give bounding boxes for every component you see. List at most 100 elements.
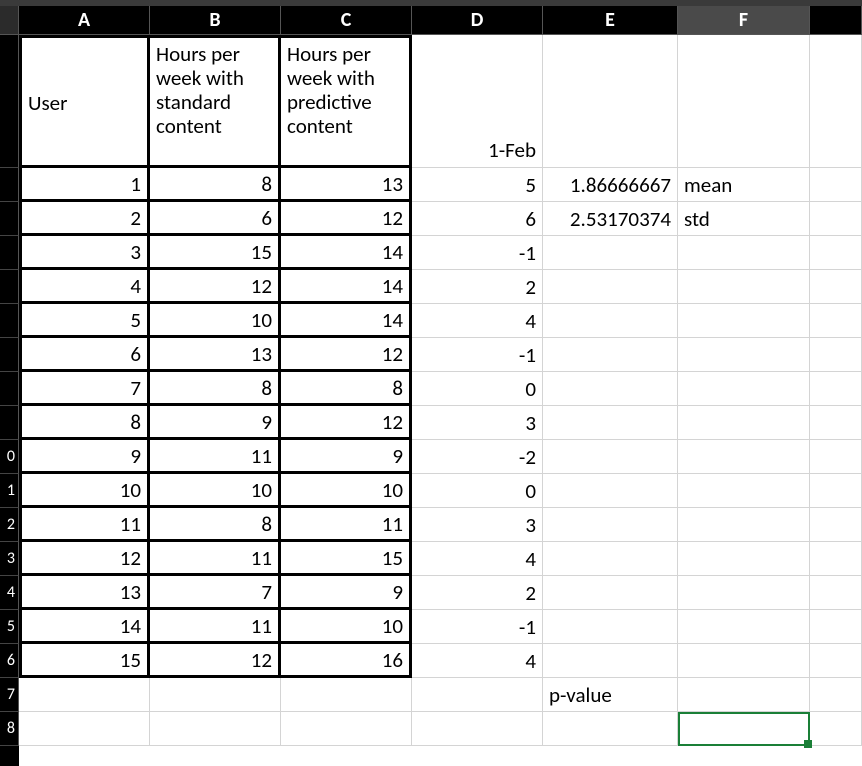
cell-E17[interactable]: p-value — [543, 678, 678, 712]
cell-A7[interactable]: 6 — [19, 338, 150, 372]
cell-E1[interactable] — [543, 35, 678, 168]
cell-E10[interactable] — [543, 440, 678, 474]
cell-G6[interactable] — [810, 304, 862, 338]
cell-C8[interactable]: 8 — [281, 372, 412, 406]
cell-G17[interactable] — [810, 678, 862, 712]
cell-G2[interactable] — [810, 168, 862, 202]
row-header[interactable] — [0, 202, 19, 236]
cell-G9[interactable] — [810, 406, 862, 440]
cell-G4[interactable] — [810, 236, 862, 270]
cell-A15[interactable]: 14 — [19, 610, 150, 644]
cell-B15[interactable]: 11 — [150, 610, 281, 644]
cell-D12[interactable]: 3 — [412, 508, 543, 542]
cell-C5[interactable]: 14 — [281, 270, 412, 304]
cell-B1[interactable]: Hours per week with standard content — [150, 35, 281, 168]
cell-C14[interactable]: 9 — [281, 576, 412, 610]
cell-F3[interactable]: std — [678, 202, 810, 236]
cell-F15[interactable] — [678, 610, 810, 644]
cell-F10[interactable] — [678, 440, 810, 474]
cell-A10[interactable]: 9 — [19, 440, 150, 474]
cell-G16[interactable] — [810, 644, 862, 678]
cell-G12[interactable] — [810, 508, 862, 542]
row-header[interactable] — [0, 406, 19, 440]
cell-D8[interactable]: 0 — [412, 372, 543, 406]
cell-E11[interactable] — [543, 474, 678, 508]
cell-G11[interactable] — [810, 474, 862, 508]
cell-C1[interactable]: Hours per week with predictive content — [281, 35, 412, 168]
cell-A17[interactable] — [19, 678, 150, 712]
row-header[interactable]: 5 — [0, 610, 19, 644]
cell-E6[interactable] — [543, 304, 678, 338]
cell-B18[interactable] — [150, 712, 281, 746]
cell-B3[interactable]: 6 — [150, 202, 281, 236]
cell-A16[interactable]: 15 — [19, 644, 150, 678]
select-all-corner[interactable] — [0, 6, 19, 35]
column-header-E[interactable]: E — [543, 6, 678, 35]
cell-F6[interactable] — [678, 304, 810, 338]
cell-E5[interactable] — [543, 270, 678, 304]
row-header[interactable]: 1 — [0, 474, 19, 508]
cell-B10[interactable]: 11 — [150, 440, 281, 474]
cell-A4[interactable]: 3 — [19, 236, 150, 270]
cell-G1[interactable] — [810, 35, 862, 168]
row-header[interactable] — [0, 304, 19, 338]
cell-C7[interactable]: 12 — [281, 338, 412, 372]
row-header[interactable]: 8 — [0, 712, 19, 746]
cell-A1[interactable]: User — [19, 35, 150, 168]
cell-D10[interactable]: -2 — [412, 440, 543, 474]
cell-F16[interactable] — [678, 644, 810, 678]
cell-D11[interactable]: 0 — [412, 474, 543, 508]
cell-C15[interactable]: 10 — [281, 610, 412, 644]
cell-B16[interactable]: 12 — [150, 644, 281, 678]
cell-F11[interactable] — [678, 474, 810, 508]
cell-A12[interactable]: 11 — [19, 508, 150, 542]
cell-B7[interactable]: 13 — [150, 338, 281, 372]
cell-D5[interactable]: 2 — [412, 270, 543, 304]
cell-F12[interactable] — [678, 508, 810, 542]
cell-G13[interactable] — [810, 542, 862, 576]
cell-C4[interactable]: 14 — [281, 236, 412, 270]
cell-B11[interactable]: 10 — [150, 474, 281, 508]
cells-area[interactable]: User Hours per week with standard conten… — [19, 35, 862, 766]
row-header[interactable] — [0, 270, 19, 304]
cell-C9[interactable]: 12 — [281, 406, 412, 440]
cell-B9[interactable]: 9 — [150, 406, 281, 440]
cell-E18[interactable] — [543, 712, 678, 746]
cell-C16[interactable]: 16 — [281, 644, 412, 678]
cell-F14[interactable] — [678, 576, 810, 610]
cell-F1[interactable] — [678, 35, 810, 168]
cell-F2[interactable]: mean — [678, 168, 810, 202]
cell-D15[interactable]: -1 — [412, 610, 543, 644]
cell-C17[interactable] — [281, 678, 412, 712]
cell-D16[interactable]: 4 — [412, 644, 543, 678]
cell-A3[interactable]: 2 — [19, 202, 150, 236]
cell-D14[interactable]: 2 — [412, 576, 543, 610]
cell-B17[interactable] — [150, 678, 281, 712]
cell-D7[interactable]: -1 — [412, 338, 543, 372]
cell-E14[interactable] — [543, 576, 678, 610]
cell-B13[interactable]: 11 — [150, 542, 281, 576]
cell-E8[interactable] — [543, 372, 678, 406]
column-header-C[interactable]: C — [281, 6, 412, 35]
cell-E13[interactable] — [543, 542, 678, 576]
cell-B14[interactable]: 7 — [150, 576, 281, 610]
cell-A9[interactable]: 8 — [19, 406, 150, 440]
cell-A5[interactable]: 4 — [19, 270, 150, 304]
cell-B5[interactable]: 12 — [150, 270, 281, 304]
column-header-G[interactable] — [810, 6, 862, 35]
cell-A8[interactable]: 7 — [19, 372, 150, 406]
cell-E7[interactable] — [543, 338, 678, 372]
cell-E4[interactable] — [543, 236, 678, 270]
cell-C3[interactable]: 12 — [281, 202, 412, 236]
cell-C12[interactable]: 11 — [281, 508, 412, 542]
cell-C6[interactable]: 14 — [281, 304, 412, 338]
cell-G3[interactable] — [810, 202, 862, 236]
cell-A13[interactable]: 12 — [19, 542, 150, 576]
row-header[interactable] — [0, 338, 19, 372]
row-header[interactable]: 3 — [0, 542, 19, 576]
cell-E3[interactable]: 2.53170374 — [543, 202, 678, 236]
cell-A18[interactable] — [19, 712, 150, 746]
row-header[interactable]: 6 — [0, 644, 19, 678]
cell-F7[interactable] — [678, 338, 810, 372]
row-header[interactable] — [0, 236, 19, 270]
